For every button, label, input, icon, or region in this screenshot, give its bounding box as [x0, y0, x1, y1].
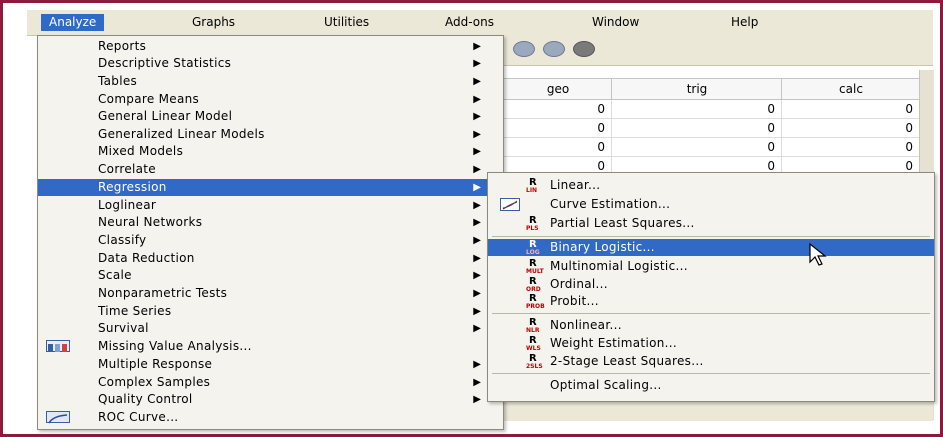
r-multinomial-icon: R MULT [526, 258, 544, 275]
submenu-arrow-icon: ▶ [473, 129, 481, 140]
submenu-arrow-icon: ▶ [473, 146, 481, 157]
analyze-menu: Reports ▶ Descriptive Statistics ▶ Tables ▶… [37, 35, 504, 430]
r-nonlinear-icon: R NLR [526, 317, 540, 334]
r-ordinal-icon: R ORD [526, 276, 541, 293]
grid-cell[interactable]: 0 [781, 138, 919, 156]
menu-item-tables[interactable]: Tables ▶ [38, 73, 503, 90]
status-strip [503, 400, 933, 421]
grid-cell[interactable]: 0 [503, 100, 611, 118]
menu-item-ordinal[interactable]: R ORD Ordinal... [488, 276, 934, 293]
menu-item-correlate[interactable]: Correlate ▶ [38, 161, 503, 178]
menu-item-loglinear[interactable]: Loglinear ▶ [38, 197, 503, 214]
submenu-arrow-icon: ▶ [473, 394, 481, 405]
menu-item-probit[interactable]: R PROB Probit... [488, 293, 934, 310]
grid-cell[interactable]: 0 [503, 138, 611, 156]
table-row: 0 0 0 [503, 100, 933, 119]
column-header[interactable]: calc [781, 79, 920, 99]
menu-item-complex-samples[interactable]: Complex Samples ▶ [38, 374, 503, 391]
r-probit-icon: R PROB [526, 293, 545, 310]
menu-item-nonlinear[interactable]: R NLR Nonlinear... [488, 317, 934, 334]
menu-item-compare-means[interactable]: Compare Means ▶ [38, 91, 503, 108]
menu-separator [492, 373, 930, 374]
regression-submenu: R LIN Linear... Curve Estimation... R PLS … [487, 172, 935, 402]
submenu-arrow-icon: ▶ [473, 217, 481, 228]
menu-analyze[interactable]: Analyze [41, 14, 105, 31]
menu-item-binary-logistic[interactable]: R LOG Binary Logistic... [488, 239, 934, 256]
submenu-arrow-icon: ▶ [473, 306, 481, 317]
submenu-arrow-icon: ▶ [473, 270, 481, 281]
toolbar-use-sets-icon[interactable] [543, 41, 565, 57]
menu-add-ons[interactable]: Add-ons [437, 14, 502, 31]
column-header[interactable]: geo [503, 79, 612, 99]
grid-cell[interactable]: 0 [611, 100, 781, 118]
menu-item-regression[interactable]: Regression ▶ [38, 179, 503, 196]
grid-cell[interactable]: 0 [611, 138, 781, 156]
menu-separator [492, 313, 930, 314]
menu-item-descriptive-statistics[interactable]: Descriptive Statistics ▶ [38, 55, 503, 72]
menu-item-partial-least-squares[interactable]: R PLS Partial Least Squares... [488, 215, 934, 232]
r-2sls-icon: R 2SLS [526, 353, 543, 370]
r-pls-icon: R PLS [526, 215, 539, 232]
missing-value-icon [46, 340, 70, 352]
grid-header: geo trig calc [503, 78, 933, 100]
menu-item-reports[interactable]: Reports ▶ [38, 38, 503, 55]
menu-graphs[interactable]: Graphs [184, 14, 243, 31]
menu-item-multiple-response[interactable]: Multiple Response ▶ [38, 356, 503, 373]
mouse-pointer-icon [809, 242, 827, 266]
menu-item-time-series[interactable]: Time Series ▶ [38, 303, 503, 320]
r-logistic-icon: R LOG [526, 239, 540, 256]
menu-item-missing-value-analysis[interactable]: Missing Value Analysis... [38, 338, 503, 355]
menu-utilities[interactable]: Utilities [316, 14, 377, 31]
submenu-arrow-icon: ▶ [473, 377, 481, 388]
submenu-arrow-icon: ▶ [473, 94, 481, 105]
table-row: 0 0 0 [503, 119, 933, 138]
grid-cell[interactable]: 0 [781, 119, 919, 137]
menu-item-roc-curve[interactable]: ROC Curve... [38, 409, 503, 426]
submenu-arrow-icon: ▶ [473, 164, 481, 175]
menu-item-data-reduction[interactable]: Data Reduction ▶ [38, 250, 503, 267]
submenu-arrow-icon: ▶ [473, 58, 481, 69]
menu-item-scale[interactable]: Scale ▶ [38, 267, 503, 284]
menu-item-optimal-scaling[interactable]: Optimal Scaling... [488, 377, 934, 394]
table-row: 0 0 0 [503, 138, 933, 157]
submenu-arrow-icon: ▶ [473, 200, 481, 211]
menu-item-general-linear-model[interactable]: General Linear Model ▶ [38, 108, 503, 125]
menu-help[interactable]: Help [723, 14, 766, 31]
menu-item-neural-networks[interactable]: Neural Networks ▶ [38, 214, 503, 231]
menu-bar: Analyze Graphs Utilities Add-ons Window … [27, 10, 933, 36]
menu-window[interactable]: Window [584, 14, 647, 31]
menu-item-mixed-models[interactable]: Mixed Models ▶ [38, 143, 503, 160]
menu-separator [492, 236, 930, 237]
submenu-arrow-icon: ▶ [473, 359, 481, 370]
menu-item-quality-control[interactable]: Quality Control ▶ [38, 391, 503, 408]
r-wls-icon: R WLS [526, 335, 541, 352]
menu-item-nonparametric-tests[interactable]: Nonparametric Tests ▶ [38, 285, 503, 302]
menu-item-2-stage-least-squares[interactable]: R 2SLS 2-Stage Least Squares... [488, 353, 934, 370]
toolbar [503, 35, 933, 66]
menu-item-generalized-linear-models[interactable]: Generalized Linear Models ▶ [38, 126, 503, 143]
column-header[interactable]: trig [611, 79, 782, 99]
submenu-arrow-icon: ▶ [473, 111, 481, 122]
grid-cell[interactable]: 0 [781, 100, 919, 118]
submenu-arrow-icon: ▶ [473, 288, 481, 299]
menu-item-linear[interactable]: R LIN Linear... [488, 177, 934, 194]
toolbar-show-all-icon[interactable] [573, 41, 595, 57]
curve-icon [500, 198, 520, 211]
menu-item-classify[interactable]: Classify ▶ [38, 232, 503, 249]
menu-item-multinomial-logistic[interactable]: R MULT Multinomial Logistic... [488, 258, 934, 275]
menu-item-weight-estimation[interactable]: R WLS Weight Estimation... [488, 335, 934, 352]
submenu-arrow-icon: ▶ [473, 182, 481, 193]
grid-cell[interactable]: 0 [503, 119, 611, 137]
grid-cell[interactable]: 0 [611, 119, 781, 137]
menu-item-curve-estimation[interactable]: Curve Estimation... [488, 196, 934, 213]
submenu-arrow-icon: ▶ [473, 253, 481, 264]
submenu-arrow-icon: ▶ [473, 323, 481, 334]
toolbar-value-labels-icon[interactable] [513, 41, 535, 57]
roc-curve-icon [46, 411, 70, 424]
menu-item-survival[interactable]: Survival ▶ [38, 320, 503, 337]
r-linear-icon: R LIN [526, 177, 538, 194]
submenu-arrow-icon: ▶ [473, 235, 481, 246]
submenu-arrow-icon: ▶ [473, 76, 481, 87]
submenu-arrow-icon: ▶ [473, 41, 481, 52]
